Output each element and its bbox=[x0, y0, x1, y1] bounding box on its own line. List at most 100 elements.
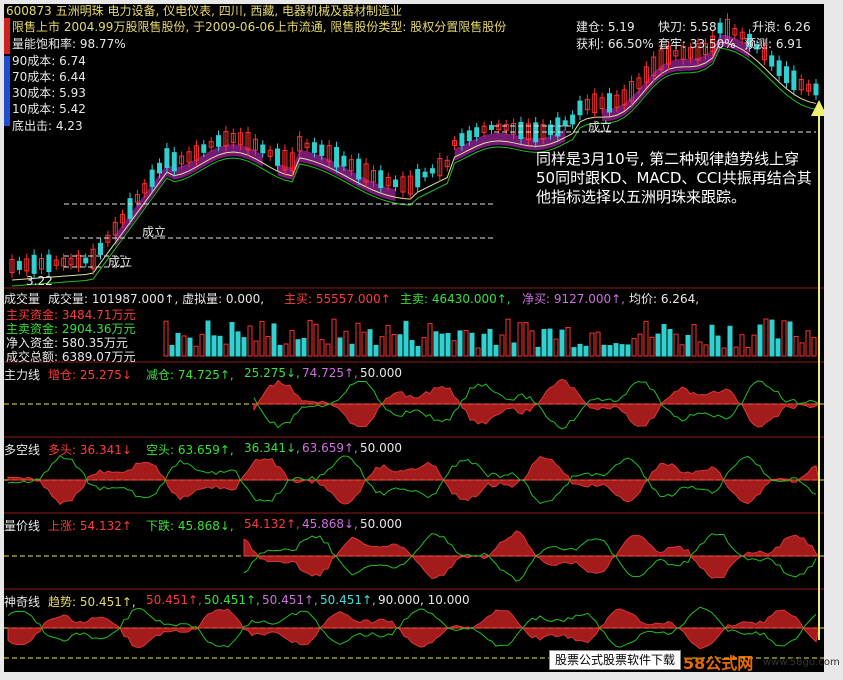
volume-bar bbox=[607, 345, 613, 357]
volume-bar bbox=[601, 344, 607, 357]
candle bbox=[459, 133, 465, 146]
volume-bar bbox=[373, 344, 379, 357]
volume-bar bbox=[217, 335, 223, 357]
volume-bar bbox=[727, 325, 733, 357]
volume-bar bbox=[721, 347, 727, 357]
volume-bar bbox=[775, 338, 781, 357]
volume-bar bbox=[793, 335, 799, 357]
volume-bar bbox=[463, 329, 469, 357]
candle bbox=[415, 169, 421, 188]
candle bbox=[813, 83, 819, 96]
volume-bar bbox=[343, 330, 349, 357]
cost30-label: 30成本: 5.93 bbox=[12, 86, 86, 100]
candle bbox=[164, 148, 170, 168]
volume-bar bbox=[385, 324, 391, 357]
candle bbox=[201, 144, 207, 153]
oscillator-area bbox=[243, 530, 821, 580]
volume-bar bbox=[745, 346, 751, 357]
volume-bar bbox=[193, 345, 199, 357]
volume-bar bbox=[355, 322, 361, 357]
panel4-title: 神奇线 bbox=[4, 595, 41, 609]
candle bbox=[216, 135, 222, 147]
volume-bar bbox=[445, 333, 451, 357]
candle bbox=[334, 147, 340, 168]
panel3-title: 量价线 bbox=[4, 519, 41, 533]
volume-bar bbox=[661, 324, 667, 357]
volume-bar bbox=[427, 323, 433, 357]
stock-chart-area[interactable]: 600873 五洲明珠 电力设备, 仪电仪表, 四川, 西藏, 电器机械及器材制… bbox=[4, 4, 824, 672]
zhumai-value: 主买: 55557.000↑ bbox=[284, 292, 391, 306]
panel4-val-a: 趋势: 50.451↑, bbox=[48, 595, 136, 609]
volume-bar bbox=[367, 329, 373, 357]
candle bbox=[606, 93, 612, 113]
volume-bar bbox=[763, 318, 769, 357]
candle bbox=[16, 260, 22, 270]
volume-bar bbox=[325, 343, 331, 357]
volume-bar bbox=[409, 340, 415, 357]
volume-bar bbox=[259, 320, 265, 357]
volume-bar bbox=[553, 338, 559, 357]
volume-bar bbox=[541, 329, 547, 357]
volume-bar bbox=[475, 347, 481, 357]
candle bbox=[83, 257, 89, 264]
stock-title: 600873 五洲明珠 电力设备, 仪电仪表, 四川, 西藏, 电器机械及器材制… bbox=[6, 4, 402, 18]
panel4-val-f: 90.000, 10.000 bbox=[378, 593, 470, 607]
chengli-label-2: 成立 bbox=[108, 255, 133, 269]
volume-bar bbox=[247, 325, 253, 357]
volume-stats: 成交量: 101987.000↑, 虚拟量: 0.000, bbox=[48, 292, 265, 306]
panel3-val-d: 45.868↓, bbox=[302, 517, 358, 531]
volume-bar bbox=[673, 333, 679, 357]
candle bbox=[577, 100, 583, 116]
volume-bar bbox=[361, 331, 367, 357]
candle bbox=[378, 170, 384, 189]
panel3-val-a: 上涨: 54.132↑ bbox=[48, 519, 132, 533]
volume-bar bbox=[571, 347, 577, 357]
volume-bar bbox=[691, 324, 697, 357]
panel1-val-a: 增仓: 25.275↓ bbox=[48, 368, 132, 382]
oscillator-area bbox=[7, 456, 820, 506]
candle bbox=[429, 168, 435, 174]
volume-bar bbox=[397, 334, 403, 357]
volume-bar bbox=[679, 344, 685, 357]
panel4-val-d: 50.451↑, bbox=[262, 593, 318, 607]
volume-bar bbox=[331, 318, 337, 357]
volume-bar bbox=[307, 319, 313, 357]
volume-bar bbox=[433, 331, 439, 357]
watermark-url: www.58gu.com bbox=[763, 657, 840, 668]
volume-bar bbox=[805, 330, 811, 357]
volume-bar bbox=[283, 343, 289, 357]
volume-bar bbox=[739, 334, 745, 357]
panel1-title: 主力线 bbox=[4, 368, 41, 382]
volume-bar bbox=[337, 337, 343, 357]
volume-bar bbox=[769, 319, 775, 357]
volume-bar bbox=[169, 344, 175, 357]
volume-bar bbox=[277, 344, 283, 357]
volume-bar bbox=[289, 329, 295, 357]
candle bbox=[776, 60, 782, 76]
left-tab-blue bbox=[4, 56, 10, 126]
footer-download-label[interactable]: 股票公式股票软件下载 bbox=[549, 650, 681, 670]
volume-bar bbox=[241, 337, 247, 357]
volume-bar bbox=[523, 322, 529, 357]
volume-bar bbox=[595, 331, 601, 357]
volume-bar bbox=[415, 345, 421, 357]
huoli-label: 获利: 66.50% bbox=[576, 37, 654, 51]
app-window: 600873 五洲明珠 电力设备, 仪电仪表, 四川, 西藏, 电器机械及器材制… bbox=[0, 0, 843, 680]
volume-bar bbox=[517, 322, 523, 357]
volume-bar bbox=[313, 323, 319, 357]
cost10-label: 10成本: 5.42 bbox=[12, 102, 86, 116]
candle bbox=[488, 124, 494, 130]
candle bbox=[356, 158, 362, 180]
restricted-info: 限售上市 2004.99万股限售股份, 于2009-06-06上市流通, 限售股… bbox=[12, 20, 507, 34]
kuaidao-label: 快刀: 5.58 bbox=[658, 20, 717, 34]
bottom-label: 底出击: 4.23 bbox=[12, 119, 83, 133]
volume-bar bbox=[235, 331, 241, 357]
candle bbox=[783, 66, 789, 84]
volume-bar bbox=[529, 330, 535, 357]
candle bbox=[717, 22, 723, 34]
volume-bar bbox=[631, 338, 637, 357]
volume-bar bbox=[301, 337, 307, 357]
panel2-val-d: 63.659↑, bbox=[302, 441, 358, 455]
volume-bar bbox=[667, 329, 673, 357]
volume-bar bbox=[163, 320, 169, 357]
